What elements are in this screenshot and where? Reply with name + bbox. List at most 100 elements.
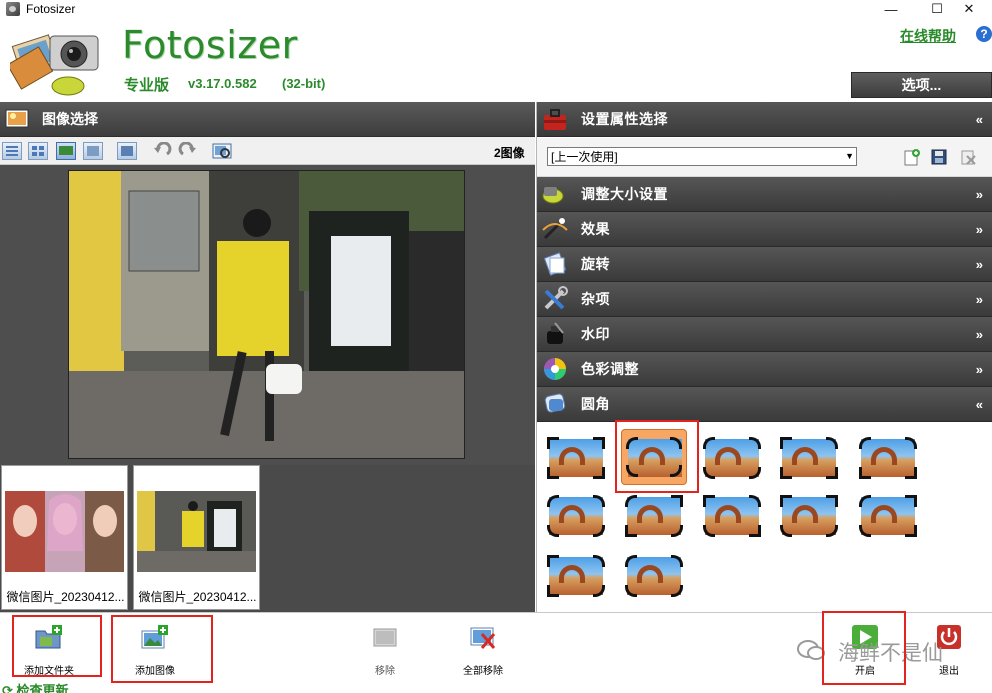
window-title: Fotosizer [26, 2, 76, 16]
thumbnail-image [137, 491, 256, 572]
list-view-icon[interactable] [2, 142, 22, 160]
toolbox-icon [544, 109, 566, 130]
corner-style-option[interactable] [778, 433, 840, 483]
expand-icon[interactable]: » [976, 257, 983, 272]
add-image-label: 添加图像 [135, 666, 175, 677]
new-preset-icon[interactable] [903, 148, 921, 166]
corner-style-option[interactable] [545, 491, 607, 541]
check-update-link[interactable]: ⟳ 检查更新 [2, 680, 69, 693]
remove-button[interactable]: 移除 [350, 623, 420, 677]
bits-label: (32-bit) [282, 76, 326, 91]
version-label: v3.17.0.582 [188, 76, 257, 91]
thumbnail-item[interactable]: 微信图片_20230412... [1, 465, 128, 610]
magic-wand-icon [542, 218, 568, 240]
rounded-corner-icon [544, 393, 566, 413]
collapse-icon[interactable]: « [976, 112, 983, 127]
corner-style-option[interactable] [701, 433, 763, 483]
corner-style-grid [537, 425, 992, 612]
remove-icon [373, 628, 397, 647]
add-image-button[interactable]: 添加图像 [120, 623, 190, 677]
help-icon[interactable]: ? [976, 26, 992, 42]
color-wheel-icon [544, 358, 566, 380]
misc-section-header[interactable]: 杂项 » [537, 282, 992, 317]
thumbnail-item[interactable]: 微信图片_20230412... [133, 465, 260, 610]
details-view-icon[interactable] [83, 142, 103, 160]
settings-profile-header[interactable]: 设置属性选择 « [537, 102, 992, 137]
corner-style-option[interactable] [857, 433, 919, 483]
app-header: Fotosizer 专业版 v3.17.0.582 (32-bit) 在线帮助 … [0, 18, 992, 102]
app-icon [6, 2, 20, 16]
bottom-toolbar: 添加文件夹 添加图像 移除 全部移除 开启 退出 ⟳ 检查更新 海鲜不是仙 [0, 612, 992, 693]
thumbnail-caption: 微信图片_20230412... [138, 590, 257, 604]
rotate-section-header[interactable]: 旋转 » [537, 247, 992, 282]
rotate-left-icon[interactable] [152, 141, 172, 160]
rotate-page-icon [543, 252, 567, 276]
misc-section-label: 杂项 [581, 291, 610, 307]
thumbnail-caption: 微信图片_20230412... [6, 590, 125, 604]
preset-dropdown[interactable]: [上一次使用] ▼ [547, 147, 857, 166]
image-selection-icon [5, 109, 29, 128]
corner-style-option[interactable] [623, 551, 685, 601]
table-view-icon[interactable] [117, 142, 137, 160]
image-selection-title: 图像选择 [42, 111, 98, 127]
view-toolbar: 2图像 [0, 137, 535, 165]
corner-style-option[interactable] [778, 491, 840, 541]
save-preset-icon[interactable] [930, 148, 948, 166]
effects-section-header[interactable]: 效果 » [537, 212, 992, 247]
expand-icon[interactable]: » [976, 222, 983, 237]
options-button[interactable]: 选项... [851, 72, 992, 98]
rotate-section-label: 旋转 [581, 256, 610, 272]
watermark-section-label: 水印 [581, 326, 610, 342]
brand-name: Fotosizer [122, 23, 298, 67]
watermark-section-header[interactable]: 水印 » [537, 317, 992, 352]
resize-section-header[interactable]: 调整大小设置 » [537, 177, 992, 212]
image-selection-header: 图像选择 [0, 102, 535, 137]
rounded-corners-section-label: 圆角 [581, 396, 610, 412]
image-preview [68, 170, 465, 459]
delete-preset-icon[interactable] [959, 148, 977, 166]
check-update-label: 检查更新 [16, 683, 69, 693]
rounded-corners-section-header[interactable]: 圆角 « [537, 387, 992, 422]
image-selection-panel: 图像选择 2图像 微信图片_20230412... 微信图片_20230412.… [0, 102, 535, 612]
settings-panel: 设置属性选择 « [上一次使用] ▼ 调整大小设置 » 效果 » 旋转 » 杂项… [536, 102, 992, 612]
image-count: 2图像 [494, 146, 525, 160]
color-adjust-section-header[interactable]: 色彩调整 » [537, 352, 992, 387]
remove-all-icon [470, 627, 496, 649]
preset-row: [上一次使用] ▼ [537, 138, 992, 177]
settings-profile-title: 设置属性选择 [581, 111, 668, 127]
corner-style-option[interactable] [545, 433, 607, 483]
wechat-icon [797, 640, 825, 660]
chevron-down-icon: ▼ [845, 151, 854, 161]
remove-all-label: 全部移除 [463, 666, 503, 677]
online-help-link[interactable]: 在线帮助 [900, 26, 956, 46]
preview-area [0, 165, 535, 465]
add-folder-button[interactable]: 添加文件夹 [14, 623, 84, 677]
remove-label: 移除 [375, 666, 395, 677]
minimize-button[interactable]: — [868, 0, 914, 18]
corner-style-option-selected[interactable] [621, 429, 687, 485]
edition-label: 专业版 [124, 77, 170, 94]
corner-style-option[interactable] [623, 491, 685, 541]
resize-section-label: 调整大小设置 [581, 186, 668, 202]
corner-style-option[interactable] [545, 551, 607, 601]
preview-image-icon[interactable] [212, 142, 232, 160]
grid-view-icon[interactable] [28, 142, 48, 160]
add-folder-label: 添加文件夹 [24, 666, 74, 677]
fotosizer-logo-icon [10, 34, 99, 96]
thumbnail-view-icon[interactable] [56, 142, 76, 160]
remove-all-button[interactable]: 全部移除 [448, 623, 518, 677]
effects-section-label: 效果 [581, 221, 610, 237]
close-button[interactable]: ✕ [946, 0, 992, 18]
rotate-right-icon[interactable] [178, 141, 198, 160]
expand-icon[interactable]: » [976, 327, 983, 342]
expand-icon[interactable]: » [976, 292, 983, 307]
add-folder-icon [35, 625, 62, 649]
expand-icon[interactable]: » [976, 362, 983, 377]
expand-icon[interactable]: » [976, 187, 983, 202]
collapse-icon[interactable]: « [976, 397, 983, 412]
color-adjust-section-label: 色彩调整 [581, 361, 639, 377]
corner-style-option[interactable] [857, 491, 919, 541]
preset-value: [上一次使用] [551, 150, 618, 164]
title-bar: Fotosizer — ☐ ✕ [0, 0, 992, 18]
corner-style-option[interactable] [701, 491, 763, 541]
